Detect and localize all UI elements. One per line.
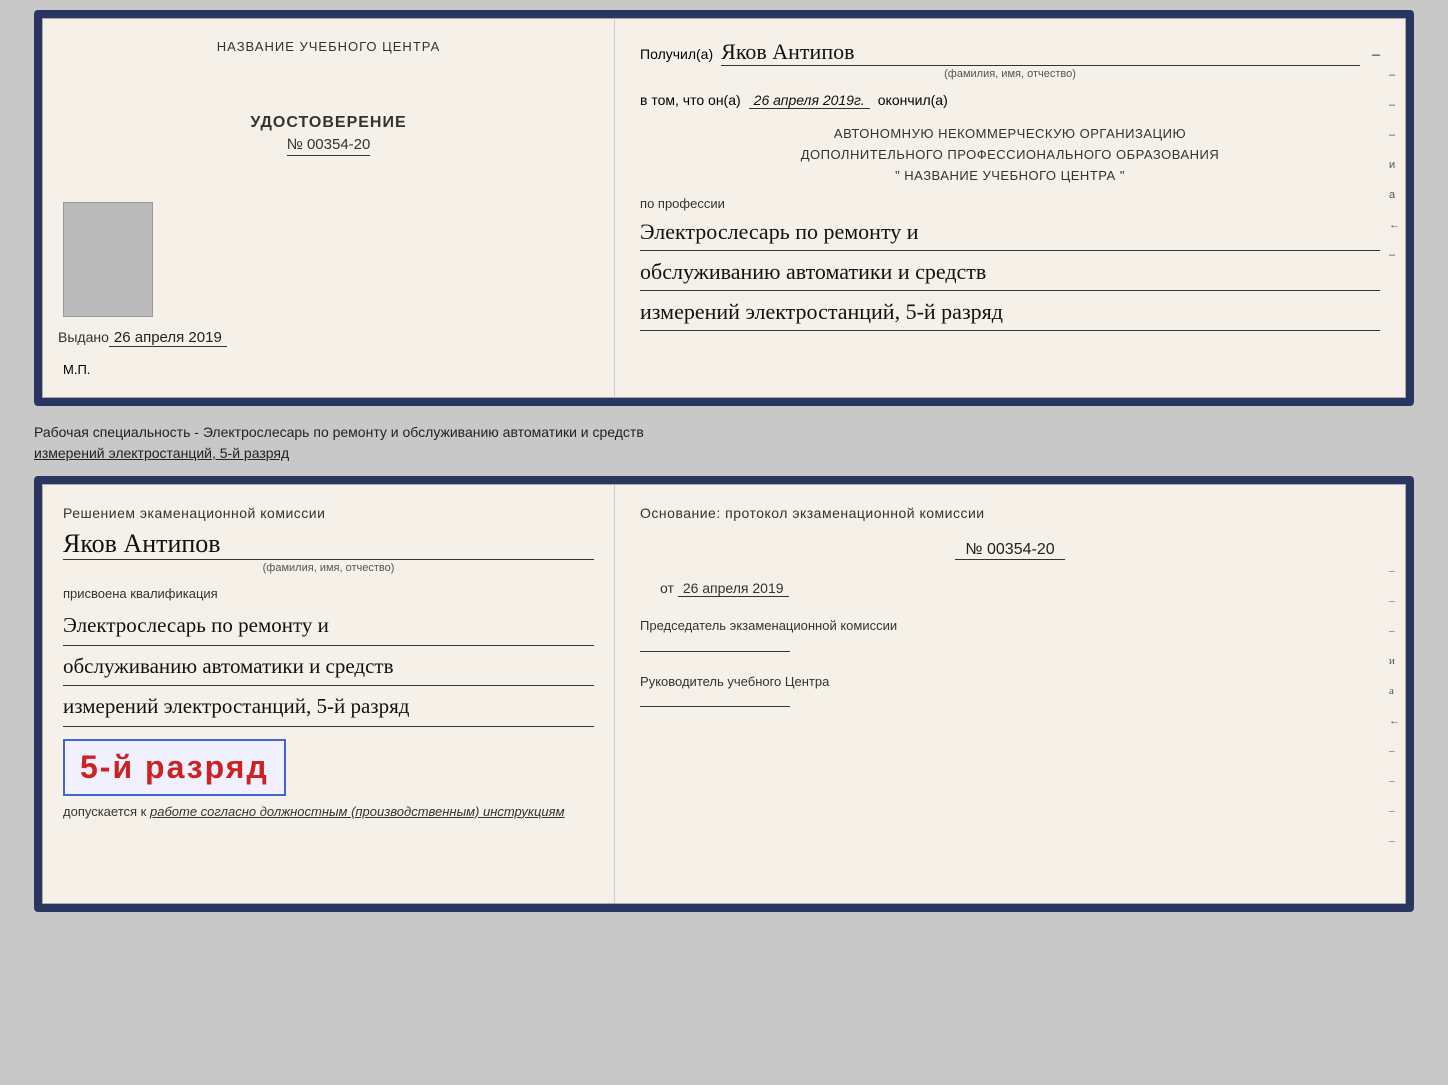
doc2-qual-line2: обслуживанию автоматики и средств [63,650,594,687]
doc1-right-panel: Получил(а) Яков Антипов – (фамилия, имя,… [615,19,1405,397]
doc2-chairman-signature [640,651,790,652]
between-line2-underline: измерений электростанций, 5-й разряд [34,445,289,461]
doc1-certificate-number: № 00354-20 [287,136,371,156]
doc1-profession-label: по профессии [640,196,1380,211]
doc1-left-panel: НАЗВАНИЕ УЧЕБНОГО ЦЕНТРА УДОСТОВЕРЕНИЕ №… [43,19,615,397]
between-line1: Рабочая специальность - Электрослесарь п… [34,422,1414,443]
doc2-side-marks: – – – и а ← – – – – [1389,565,1400,847]
doc2-qual-label: присвоена квалификация [63,586,594,601]
doc2-admitted-italic: работе согласно должностным (производств… [150,804,565,819]
doc2-exam-title: Решением экаменационной комиссии [63,505,594,521]
doc1-side-marks: – – – и а ← – [1389,69,1400,261]
doc1-profession-line3: измерений электростанций, 5-й разряд [640,295,1380,331]
doc1-org-line1: АВТОНОМНУЮ НЕКОММЕРЧЕСКУЮ ОРГАНИЗАЦИЮ [640,124,1380,145]
doc1-org-line2: ДОПОЛНИТЕЛЬНОГО ПРОФЕССИОНАЛЬНОГО ОБРАЗО… [640,145,1380,166]
document-2: Решением экаменационной комиссии Яков Ан… [34,476,1414,912]
doc2-date-from-value: 26 апреля 2019 [678,580,789,597]
doc1-completion-date: 26 апреля 2019г. [749,92,870,109]
doc1-issued-date: 26 апреля 2019 [109,329,227,347]
doc2-person-name: Яков Антипов [63,529,594,560]
doc2-qual-profession: Электрослесарь по ремонту и обслуживанию… [63,609,594,727]
doc1-issued-label: Выдано [58,329,109,345]
doc1-recipient-name: Яков Антипов [721,39,1360,66]
between-line2: измерений электростанций, 5-й разряд [34,443,1414,464]
doc2-qual-line1: Электрослесарь по ремонту и [63,609,594,646]
doc2-admitted-text: допускается к [63,804,146,819]
doc2-qual-line3: измерений электростанций, 5-й разряд [63,690,594,727]
doc1-mp: М.П. [63,362,90,377]
doc2-right-panel: Основание: протокол экзаменационной коми… [615,485,1405,903]
doc1-profession-line2: обслуживанию автоматики и средств [640,255,1380,291]
doc1-org-block: АВТОНОМНУЮ НЕКОММЕРЧЕСКУЮ ОРГАНИЗАЦИЮ ДО… [640,124,1380,186]
doc2-rank-text: 5-й разряд [80,749,269,785]
doc2-protocol-number: № 00354-20 [955,541,1064,560]
doc1-recipient-prefix: Получил(а) [640,46,713,62]
doc2-fio-small: (фамилия, имя, отчество) [63,562,594,574]
doc2-admitted-line: допускается к работе согласно должностны… [63,804,594,819]
doc1-profession-value: Электрослесарь по ремонту и обслуживанию… [640,215,1380,331]
doc1-issued-line: Выдано 26 апреля 2019 [58,329,599,347]
document-1: НАЗВАНИЕ УЧЕБНОГО ЦЕНТРА УДОСТОВЕРЕНИЕ №… [34,10,1414,406]
doc1-in-that-prefix: в том, что он(а) [640,92,741,108]
doc2-left-panel: Решением экаменационной комиссии Яков Ан… [43,485,615,903]
doc2-basis-label: Основание: протокол экзаменационной коми… [640,505,1380,521]
doc1-recipient-line: Получил(а) Яков Антипов – [640,39,1380,66]
doc2-protocol-number-wrapper: № 00354-20 [640,541,1380,570]
doc1-finished-label: окончил(а) [878,92,948,108]
doc1-profession-line1: Электрослесарь по ремонту и [640,215,1380,251]
doc1-certificate-label: УДОСТОВЕРЕНИЕ [250,114,406,132]
doc1-in-that-line: в том, что он(а) 26 апреля 2019г. окончи… [640,92,1380,109]
between-text: Рабочая специальность - Электрослесарь п… [34,416,1414,466]
doc2-date-from-prefix: от [660,580,674,596]
doc2-chairman-label: Председатель экзаменационной комиссии [640,616,1380,636]
doc2-director-label: Руководитель учебного Центра [640,672,1380,692]
doc2-rank-box: 5-й разряд [63,739,286,796]
doc1-photo-placeholder [63,202,153,317]
doc2-director-signature [640,706,790,707]
doc1-center-title: НАЗВАНИЕ УЧЕБНОГО ЦЕНТРА [217,39,440,54]
doc2-date-from: от 26 апреля 2019 [640,580,1380,596]
doc1-org-line3: " НАЗВАНИЕ УЧЕБНОГО ЦЕНТРА " [640,166,1380,187]
doc1-fio-label: (фамилия, имя, отчество) [640,68,1380,80]
